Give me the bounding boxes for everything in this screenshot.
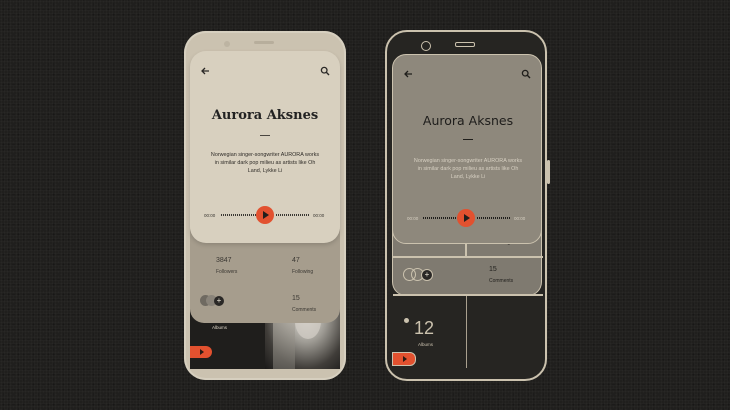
elapsed-time: 00:00	[407, 216, 419, 221]
arrow-left-icon[interactable]	[403, 69, 413, 79]
earpiece-speaker	[254, 41, 274, 44]
artist-name: Aurora Aksnes	[211, 108, 319, 123]
arrow-left-icon[interactable]	[200, 66, 210, 76]
plus-icon[interactable]: +	[421, 269, 433, 281]
side-button	[547, 160, 550, 184]
play-button[interactable]	[457, 209, 475, 227]
search-icon[interactable]	[320, 66, 330, 76]
divider	[463, 139, 473, 140]
following-count: 47	[292, 257, 300, 264]
front-camera	[224, 41, 230, 47]
artist-card: Aurora Aksnes Norwegian singer-songwrite…	[190, 51, 340, 243]
albums-section: 12 Albums	[392, 296, 542, 368]
albums-label: Albums	[418, 342, 434, 347]
waveform-left[interactable]	[423, 215, 461, 221]
total-time: 00:00	[313, 213, 325, 218]
disc-icon	[404, 318, 409, 323]
elapsed-time: 00:00	[204, 213, 216, 218]
play-fab-button[interactable]	[392, 352, 416, 366]
search-icon[interactable]	[521, 69, 531, 79]
comments-count: 15	[489, 266, 497, 273]
plus-icon[interactable]: +	[214, 296, 224, 306]
comments-count: 15	[292, 295, 300, 302]
followers-count: 3847	[216, 257, 232, 264]
earpiece-speaker	[455, 42, 475, 47]
front-camera	[421, 41, 431, 51]
play-fab-button[interactable]	[190, 346, 212, 358]
artist-bio: Norwegian singer-songwriter AURORA works…	[210, 152, 320, 174]
comments-label: Comments	[292, 307, 317, 313]
waveform-right[interactable]	[477, 215, 511, 221]
phone-mockup-design: 12 Albums 3847 Followers 47 Following + …	[184, 31, 346, 380]
albums-label: Albums	[212, 325, 228, 330]
followers-label: Followers	[216, 269, 238, 275]
phone-mockup-wireframe: 12 Albums 3847 Followers 47 Following + …	[385, 30, 550, 381]
play-button[interactable]	[256, 206, 274, 224]
divider	[260, 135, 270, 136]
waveform-right[interactable]	[276, 212, 310, 218]
following-label: Following	[292, 269, 314, 275]
artist-name: Aurora Aksnes	[422, 113, 514, 128]
artist-card: Aurora Aksnes Norwegian singer-songwrite…	[392, 54, 542, 244]
comments-label: Comments	[489, 278, 514, 284]
albums-count: 12	[414, 318, 435, 338]
total-time: 00:00	[514, 216, 526, 221]
artist-bio: Norwegian singer-songwriter AURORA works…	[413, 158, 523, 180]
waveform-left[interactable]	[221, 212, 259, 218]
stats-panel: 3847 Followers 47 Following + 15 Comment…	[190, 229, 340, 323]
